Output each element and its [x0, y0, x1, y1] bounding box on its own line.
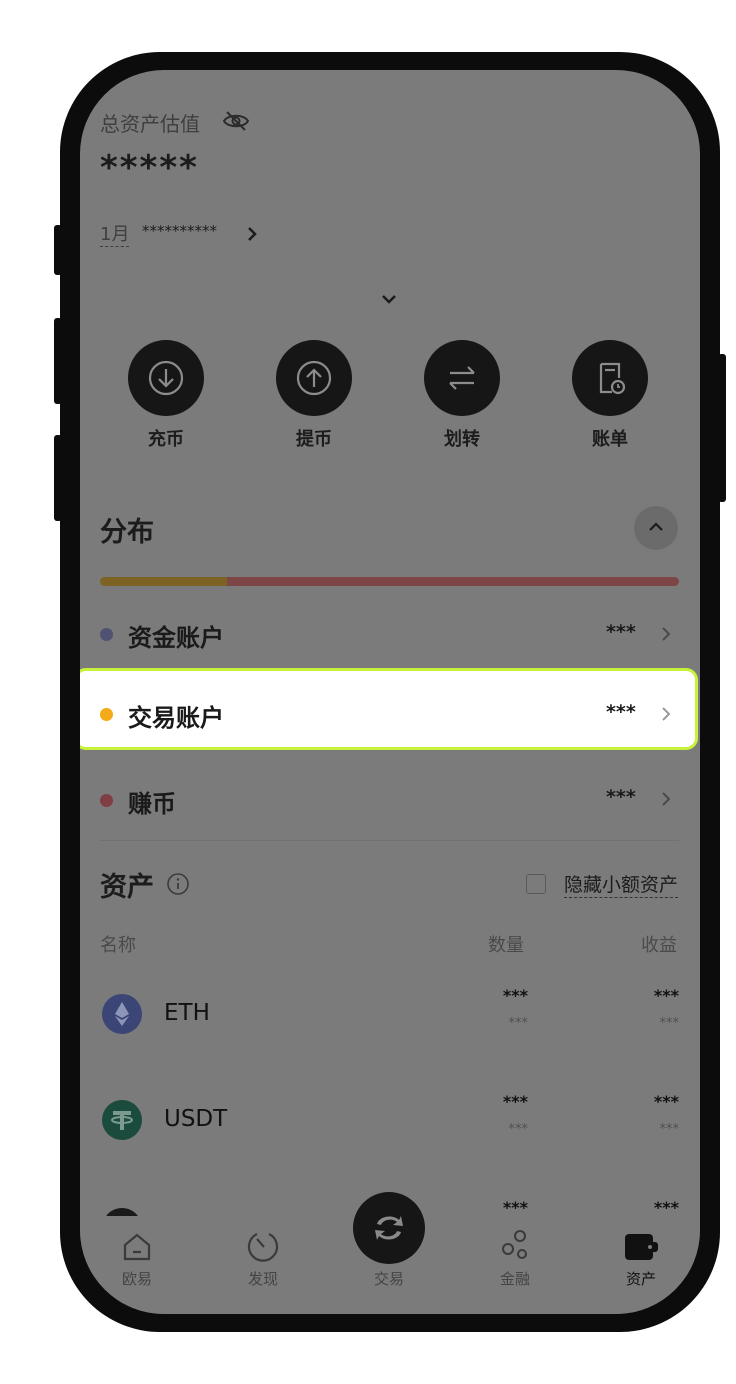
trade-button [353, 1192, 425, 1264]
coin-pnl: *** [653, 1198, 679, 1217]
eye-off-icon[interactable] [222, 110, 250, 132]
nav-label: 欧易 [121, 1270, 152, 1288]
month-label[interactable]: 1月 [100, 220, 130, 247]
coin-qty: *** [502, 986, 528, 1005]
account-row-trading[interactable]: 交易账户 *** [80, 668, 698, 750]
home-icon [123, 1233, 151, 1261]
nav-label: 资产 [625, 1270, 656, 1288]
chevron-right-icon [662, 792, 671, 806]
trading-dot [100, 708, 113, 721]
app-screen: 总资产估值 ***** 1月 ********** 充币 提币 划转 账单 分布… [80, 70, 700, 1314]
hide-small-checkbox[interactable] [526, 874, 546, 894]
phone-power-button [718, 354, 726, 502]
distribution-bar-segment [100, 577, 228, 586]
upload-icon [296, 360, 332, 396]
hide-small-label[interactable]: 隐藏小额资产 [564, 870, 679, 898]
info-icon[interactable] [166, 872, 190, 896]
trading-account-value: *** [606, 701, 636, 723]
earn-dot [100, 794, 113, 807]
phone-volume-down [54, 435, 62, 521]
column-quantity: 数量 [488, 935, 524, 956]
chevron-right-icon[interactable] [246, 226, 258, 242]
phone-side-button [54, 225, 62, 275]
withdraw-label: 提币 [296, 429, 332, 450]
phone-volume-up [54, 318, 62, 404]
transfer-button[interactable] [424, 340, 500, 416]
withdraw-button[interactable] [276, 340, 352, 416]
bill-label: 账单 [592, 429, 628, 450]
finance-icon [502, 1230, 527, 1259]
nav-label: 交易 [373, 1270, 404, 1288]
coin-qty-sub: *** [508, 1122, 529, 1137]
trade-icon [375, 1216, 403, 1240]
nav-label: 发现 [247, 1270, 278, 1288]
coin-name: USDT [164, 1106, 228, 1132]
deposit-button[interactable] [128, 340, 204, 416]
coin-pnl-sub: *** [659, 1016, 680, 1031]
coin-qty: *** [502, 1198, 528, 1217]
transfer-label: 划转 [444, 429, 480, 450]
chevron-right-icon [662, 707, 671, 721]
earn-account-name: 赚币 [128, 790, 176, 818]
coin-name: ETH [164, 1000, 210, 1026]
funding-dot [100, 628, 113, 641]
column-name: 名称 [100, 935, 136, 956]
chevron-down-icon[interactable] [380, 293, 398, 305]
distribution-bar-segment [227, 577, 679, 586]
coin-qty: *** [502, 1092, 528, 1111]
month-value: ********** [142, 222, 217, 240]
assets-title: 资产 [100, 872, 154, 903]
coin-qty-sub: *** [508, 1016, 529, 1031]
earn-account-value: *** [606, 786, 636, 808]
download-icon [148, 360, 184, 396]
trading-account-name: 交易账户 [128, 704, 224, 732]
coin-pnl: *** [653, 1092, 679, 1111]
collapse-button[interactable] [634, 506, 678, 550]
distribution-bar [100, 577, 679, 586]
deposit-label: 充币 [148, 429, 184, 450]
funding-account-name: 资金账户 [128, 624, 224, 652]
eth-icon [102, 994, 142, 1034]
nav-label: 金融 [499, 1270, 530, 1288]
wallet-icon [625, 1234, 658, 1260]
bill-icon [599, 362, 626, 395]
funding-account-value: *** [606, 621, 636, 643]
total-asset-label: 总资产估值 [100, 112, 200, 136]
chevron-right-icon [662, 627, 671, 641]
distribution-title: 分布 [100, 517, 154, 548]
usdt-icon [102, 1100, 142, 1140]
coin-pnl: *** [653, 986, 679, 1005]
total-asset-value: ***** [100, 148, 199, 188]
divider [100, 840, 679, 841]
column-pnl: 收益 [641, 935, 677, 956]
discover-icon [247, 1233, 279, 1262]
bill-button[interactable] [572, 340, 648, 416]
chevron-up-icon [649, 522, 663, 531]
coin-pnl-sub: *** [659, 1122, 680, 1137]
transfer-icon [449, 366, 475, 390]
